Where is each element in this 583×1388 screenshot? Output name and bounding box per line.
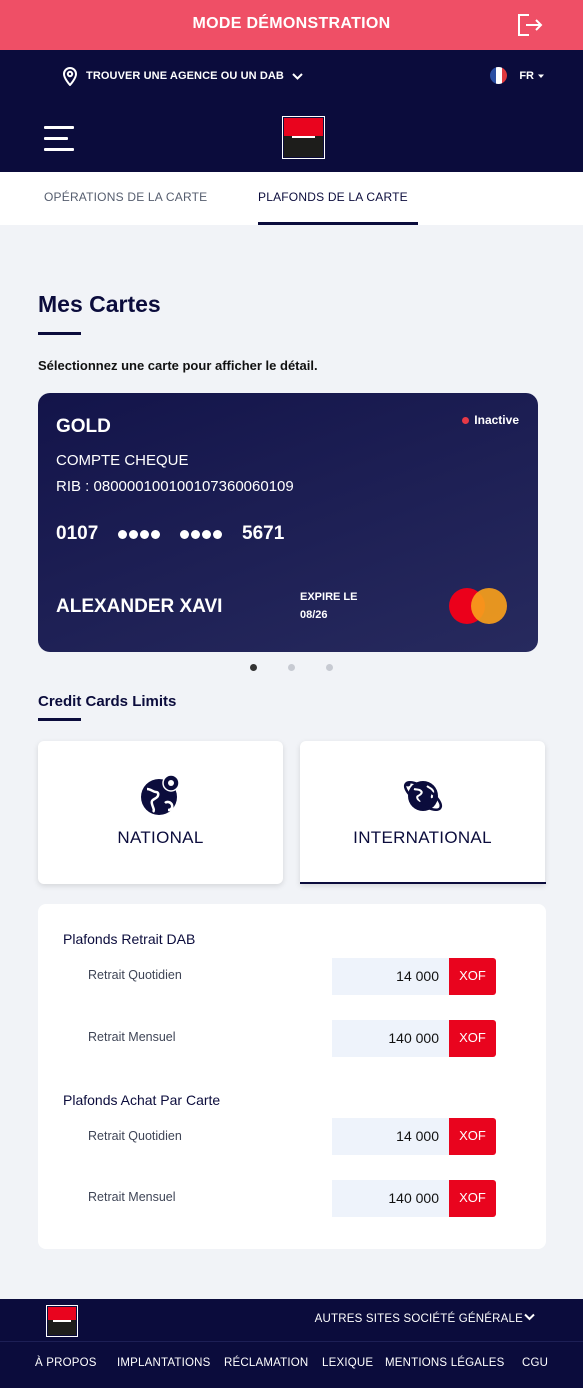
cards-instruction: Sélectionnez une carte pour afficher le … — [38, 358, 318, 373]
footer-top: AUTRES SITES SOCIÉTÉ GÉNÉRALE — [0, 1299, 583, 1341]
footer-link-complaint[interactable]: RÉCLAMATION — [224, 1357, 308, 1369]
expiry-date: 08/26 — [300, 609, 328, 621]
logout-icon[interactable] — [515, 12, 543, 38]
globe-orbit-icon — [403, 781, 442, 811]
currency-badge: XOF — [449, 1180, 496, 1217]
limit-amount-field[interactable]: 14 000 — [332, 958, 449, 995]
footer-link-locations[interactable]: IMPLANTATIONS — [117, 1357, 211, 1369]
scope-national-tab[interactable]: NATIONAL — [38, 741, 283, 884]
section-underline — [38, 718, 81, 721]
location-pin-icon — [62, 67, 78, 86]
language-label: FR — [519, 69, 534, 82]
limit-row-label: Retrait Quotidien — [88, 1129, 182, 1143]
bank-logo[interactable] — [282, 116, 325, 159]
globe-pin-icon — [140, 774, 180, 815]
limit-group-title: Plafonds Retrait DAB — [63, 931, 196, 947]
limit-amount-field[interactable]: 14 000 — [332, 1118, 449, 1155]
active-tab-indicator — [258, 222, 418, 225]
carousel-pagination — [250, 664, 333, 671]
tab-card-operations[interactable]: OPÉRATIONS DE LA CARTE — [44, 190, 207, 204]
account-type: COMPTE CHEQUE — [56, 452, 189, 469]
scope-national-label: NATIONAL — [117, 828, 204, 847]
title-underline — [38, 332, 81, 335]
limit-row-label: Retrait Mensuel — [88, 1190, 176, 1204]
tab-card-limits[interactable]: PLAFONDS DE LA CARTE — [258, 190, 408, 204]
page-title: Mes Cartes — [38, 291, 161, 317]
scope-international-tab[interactable]: INTERNATIONAL — [300, 741, 545, 884]
chevron-down-icon[interactable] — [524, 1313, 535, 1321]
carousel-dot[interactable] — [326, 664, 333, 671]
cardholder-name: ALEXANDER XAVI — [56, 596, 223, 617]
card-type: GOLD — [56, 416, 111, 437]
card-rib: RIB : 08000010010010736006010​9 — [56, 478, 294, 495]
status-dot-icon — [462, 416, 470, 424]
currency-badge: XOF — [449, 958, 496, 995]
demo-mode-title: MODE DÉMONSTRATION — [192, 15, 391, 32]
mastercard-icon — [449, 588, 509, 624]
caret-down-icon — [538, 74, 544, 78]
currency-badge: XOF — [449, 1118, 496, 1155]
footer-link-about[interactable]: À PROPOS — [35, 1357, 97, 1369]
masked-digits-group — [118, 530, 160, 539]
top-navigation: TROUVER UNE AGENCE OU UN DAB FR — [0, 50, 583, 103]
footer-link-terms[interactable]: CGU — [522, 1357, 548, 1369]
currency-badge: XOF — [449, 1020, 496, 1057]
chevron-down-icon — [292, 72, 303, 80]
card-status-badge: Inactive — [462, 413, 519, 427]
card-number-last-group: 5671 — [242, 523, 285, 544]
limit-group-title: Plafonds Achat Par Carte — [63, 1092, 221, 1108]
footer-link-legal[interactable]: MENTIONS LÉGALES — [385, 1357, 505, 1369]
scope-international-label: INTERNATIONAL — [353, 828, 492, 847]
french-flag-icon — [490, 67, 508, 84]
expiry-label: EXPIRE LE — [300, 591, 358, 603]
brand-header — [0, 103, 583, 172]
language-selector[interactable]: FR — [490, 67, 545, 84]
other-sites-dropdown[interactable]: AUTRES SITES SOCIÉTÉ GÉNÉRALE — [315, 1313, 523, 1325]
bank-card[interactable]: GOLD Inactive COMPTE CHEQUE RIB : 080000… — [38, 393, 538, 652]
limit-row-label: Retrait Mensuel — [88, 1030, 176, 1044]
limit-row-label: Retrait Quotidien — [88, 968, 182, 982]
agency-locator-label: TROUVER UNE AGENCE OU UN DAB — [86, 70, 284, 82]
limit-amount-field[interactable]: 140 000 — [332, 1020, 449, 1057]
masked-digits-group — [180, 530, 222, 539]
carousel-dot[interactable] — [288, 664, 295, 671]
limit-amount-field[interactable]: 140 000 — [332, 1180, 449, 1217]
menu-icon[interactable] — [44, 126, 74, 152]
card-tabs: OPÉRATIONS DE LA CARTE PLAFONDS DE LA CA… — [0, 172, 583, 225]
footer-link-glossary[interactable]: LEXIQUE — [322, 1357, 373, 1369]
card-number-first-group: 0107 — [56, 523, 99, 544]
demo-mode-bar: MODE DÉMONSTRATION — [0, 0, 583, 50]
limits-section-title: Credit Cards Limits — [38, 693, 177, 710]
footer-bank-logo[interactable] — [46, 1305, 78, 1337]
agency-locator-link[interactable]: TROUVER UNE AGENCE OU UN DAB — [62, 66, 311, 86]
active-scope-indicator — [300, 882, 546, 884]
limits-panel: Plafonds Retrait DAB Retrait Quotidien 1… — [38, 904, 546, 1249]
footer-links: À PROPOS IMPLANTATIONS RÉCLAMATION LEXIQ… — [0, 1341, 583, 1388]
card-status-label: Inactive — [474, 413, 519, 427]
carousel-dot[interactable] — [250, 664, 257, 671]
